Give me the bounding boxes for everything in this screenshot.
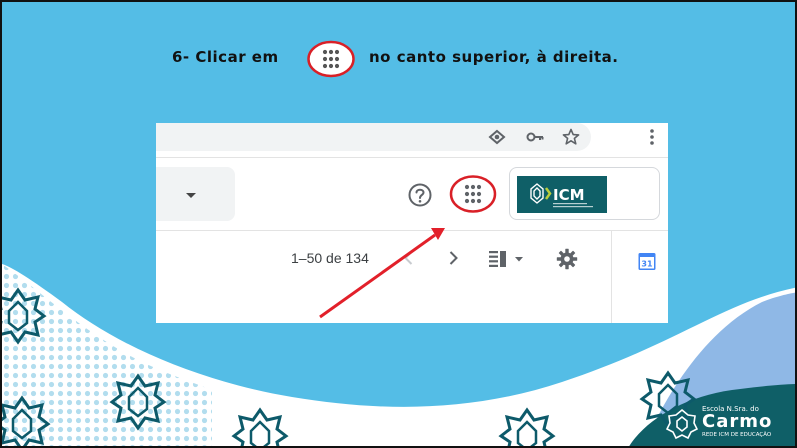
kebab-menu-icon[interactable] bbox=[646, 127, 658, 147]
school-network-line: REDE ICM DE EDUCAÇÃO bbox=[702, 432, 772, 438]
calendar-icon[interactable]: 31 bbox=[638, 251, 656, 271]
side-panel-border bbox=[611, 230, 612, 323]
instruction-line: 6- Clicar em no canto superior, à direit… bbox=[2, 40, 795, 80]
chevron-left-icon[interactable] bbox=[399, 248, 419, 268]
school-logo: Escola N.Sra. do Carmo REDE ICM DE EDUCA… bbox=[662, 392, 794, 446]
gmail-screenshot: ICM 1–50 de 134 31 bbox=[156, 123, 668, 323]
instruction-text-after: no canto superior, à direita. bbox=[369, 48, 619, 66]
slide: 6- Clicar em no canto superior, à direit… bbox=[0, 0, 797, 448]
search-options-box[interactable] bbox=[156, 167, 235, 221]
account-button[interactable]: ICM bbox=[509, 167, 660, 220]
key-icon[interactable] bbox=[525, 127, 545, 147]
chevron-right-icon[interactable] bbox=[443, 248, 463, 268]
eye-icon[interactable] bbox=[487, 127, 507, 147]
icm-logo: ICM bbox=[517, 176, 607, 213]
icm-logo-text: ICM bbox=[553, 186, 585, 204]
browser-address-bar[interactable] bbox=[156, 123, 591, 151]
calendar-day: 31 bbox=[641, 260, 653, 269]
school-name-line2: Carmo bbox=[702, 411, 773, 432]
apps-grid-icon bbox=[307, 40, 355, 78]
gear-icon[interactable] bbox=[555, 247, 579, 271]
star-icon[interactable] bbox=[561, 127, 581, 147]
school-emblem-icon bbox=[666, 408, 698, 440]
split-pane-icon[interactable] bbox=[486, 247, 528, 269]
divider bbox=[156, 157, 668, 158]
pagination-text: 1–50 de 134 bbox=[291, 250, 369, 266]
help-circle-icon[interactable] bbox=[407, 182, 433, 208]
caret-down-icon[interactable] bbox=[186, 193, 196, 198]
google-apps-grid-icon[interactable] bbox=[448, 174, 498, 214]
instruction-text-before: 6- Clicar em bbox=[172, 48, 279, 66]
divider bbox=[156, 230, 668, 231]
